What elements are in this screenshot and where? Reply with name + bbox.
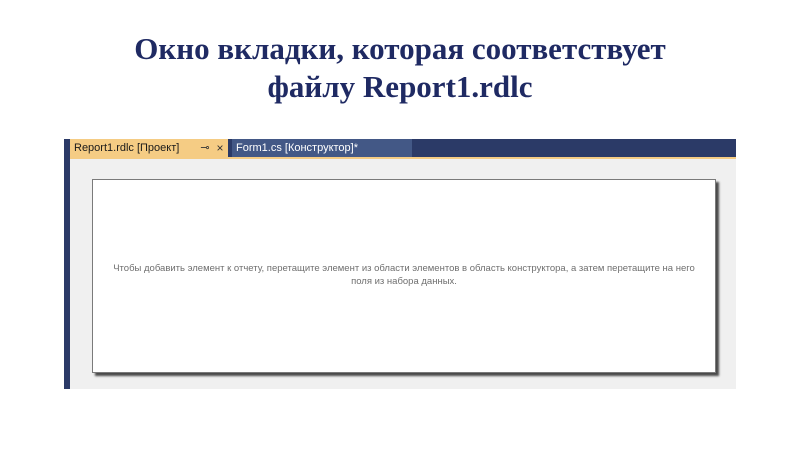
tab-strip-underline [70, 157, 736, 159]
slide-title-line-2: файлу Report1.rdlc [267, 69, 533, 104]
tab-label: Report1.rdlc [Проект] [74, 142, 180, 154]
left-rail [64, 139, 70, 389]
slide-title-line-1: Окно вкладки, которая соответствует [134, 31, 666, 66]
report-designer-window: Report1.rdlc [Проект] ⊸ × Form1.cs [Конс… [64, 139, 736, 389]
close-icon[interactable]: × [214, 139, 226, 157]
pin-icon[interactable]: ⊸ [198, 139, 212, 157]
designer-hint-text: Чтобы добавить элемент к отчету, перетащ… [113, 263, 695, 287]
tab-label: Form1.cs [Конструктор]* [236, 142, 359, 154]
tab-report1-rdlc[interactable]: Report1.rdlc [Проект] ⊸ × [70, 139, 228, 157]
slide-title: Окно вкладки, которая соответствует файл… [0, 30, 800, 106]
report-design-surface[interactable]: Чтобы добавить элемент к отчету, перетащ… [92, 179, 716, 373]
tab-form1-cs[interactable]: Form1.cs [Конструктор]* [232, 139, 412, 157]
